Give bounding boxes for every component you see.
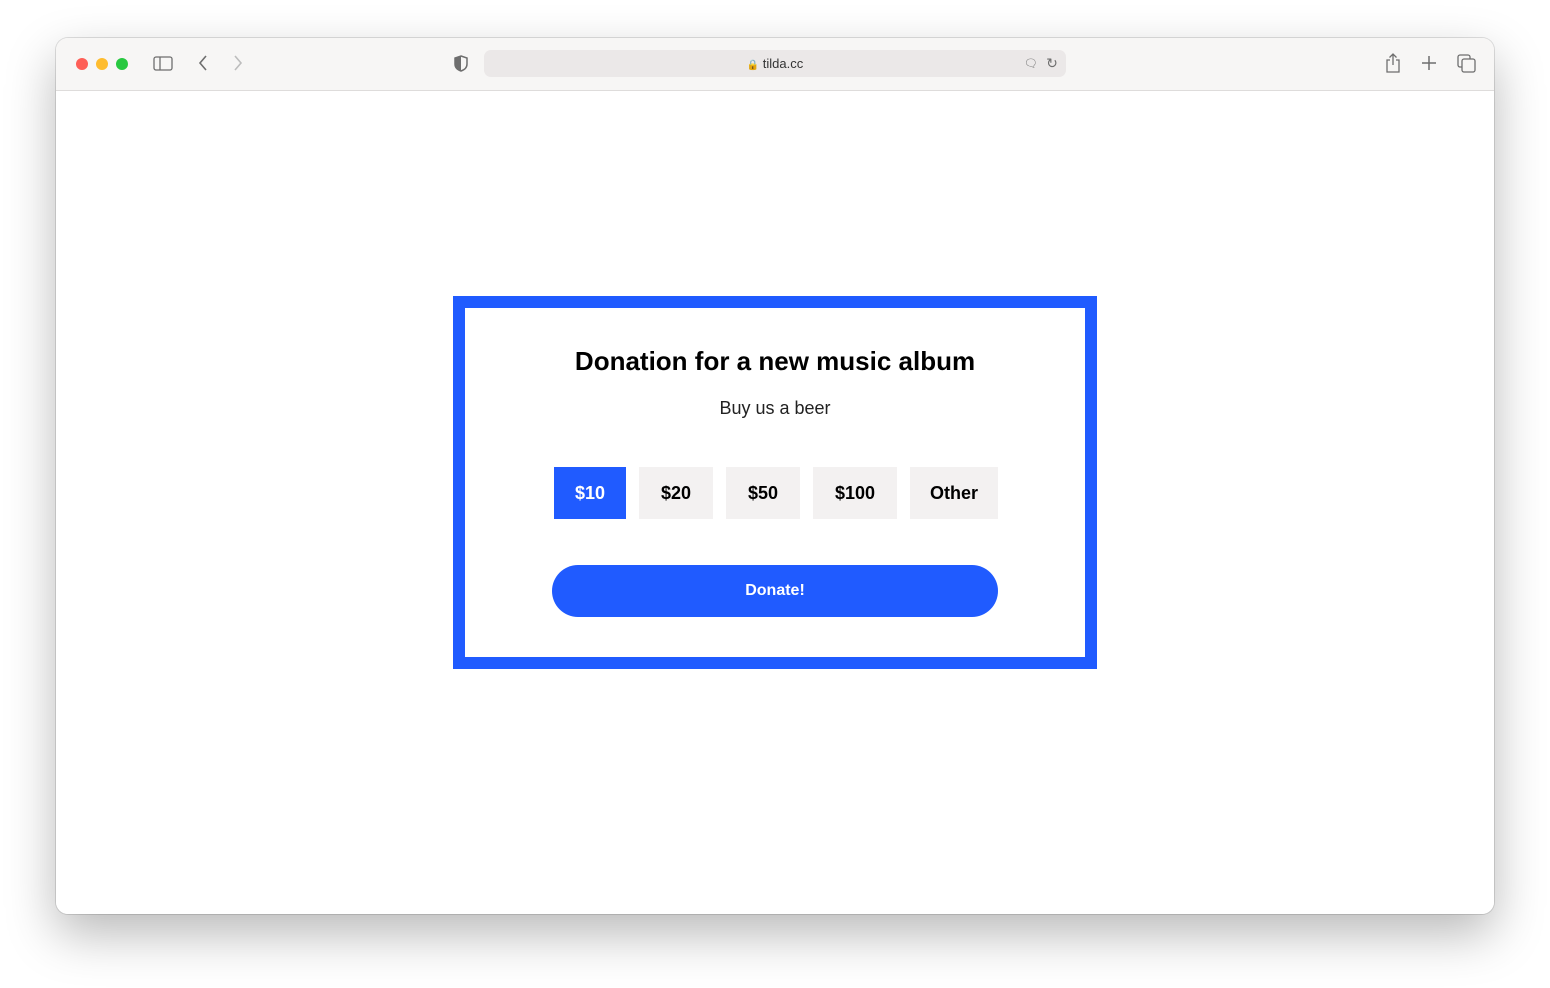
browser-window: 🔒 tilda.cc 🗨 ↻ Donation for a new music … [56, 38, 1494, 914]
address-bar[interactable]: 🔒 tilda.cc 🗨 ↻ [484, 50, 1066, 77]
amount-option-100[interactable]: $100 [813, 467, 897, 519]
page-content: Donation for a new music album Buy us a … [56, 91, 1494, 914]
tab-overview-icon[interactable] [1456, 53, 1476, 73]
new-tab-icon[interactable] [1420, 54, 1438, 72]
forward-icon[interactable] [231, 54, 245, 72]
reload-icon[interactable]: ↻ [1045, 55, 1059, 71]
amount-option-other[interactable]: Other [910, 467, 998, 519]
translate-icon[interactable]: 🗨 [1021, 56, 1041, 71]
amount-option-20[interactable]: $20 [639, 467, 713, 519]
maximize-window-button[interactable] [116, 58, 128, 70]
donation-card: Donation for a new music album Buy us a … [453, 296, 1097, 669]
close-window-button[interactable] [76, 58, 88, 70]
back-icon[interactable] [196, 54, 210, 72]
share-icon[interactable] [1384, 52, 1402, 74]
donate-button[interactable]: Donate! [552, 565, 998, 617]
amount-option-10[interactable]: $10 [554, 467, 626, 519]
minimize-window-button[interactable] [96, 58, 108, 70]
browser-toolbar: 🔒 tilda.cc 🗨 ↻ [56, 38, 1494, 91]
donation-subtitle: Buy us a beer [719, 398, 831, 418]
amount-option-50[interactable]: $50 [726, 467, 800, 519]
privacy-shield-icon[interactable] [453, 54, 469, 72]
donation-title: Donation for a new music album [574, 346, 976, 376]
sidebar-toggle-icon[interactable] [153, 55, 173, 71]
url-text: tilda.cc [762, 56, 804, 71]
lock-icon: 🔒 [746, 60, 760, 71]
